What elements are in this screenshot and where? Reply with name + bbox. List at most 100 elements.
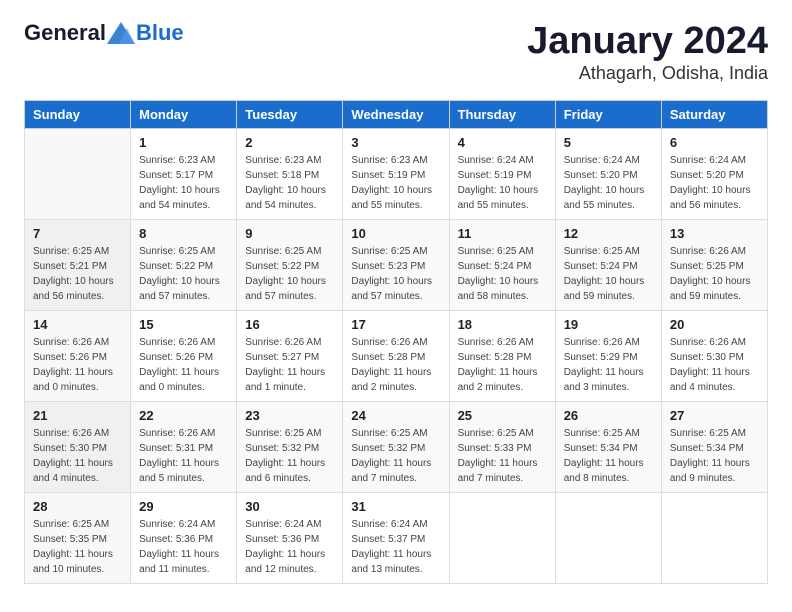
day-number: 6 [670, 135, 759, 150]
calendar-cell [555, 493, 661, 584]
day-info: Sunrise: 6:25 AM Sunset: 5:23 PM Dayligh… [351, 244, 440, 304]
day-number: 21 [33, 408, 122, 423]
day-info: Sunrise: 6:25 AM Sunset: 5:34 PM Dayligh… [564, 426, 653, 486]
day-number: 15 [139, 317, 228, 332]
calendar-cell [449, 493, 555, 584]
col-header-thursday: Thursday [449, 101, 555, 129]
day-number: 13 [670, 226, 759, 241]
day-number: 2 [245, 135, 334, 150]
calendar-cell: 5 Sunrise: 6:24 AM Sunset: 5:20 PM Daylig… [555, 129, 661, 220]
day-info: Sunrise: 6:26 AM Sunset: 5:26 PM Dayligh… [33, 335, 122, 395]
day-info: Sunrise: 6:24 AM Sunset: 5:20 PM Dayligh… [564, 153, 653, 213]
day-info: Sunrise: 6:25 AM Sunset: 5:33 PM Dayligh… [458, 426, 547, 486]
day-info: Sunrise: 6:26 AM Sunset: 5:28 PM Dayligh… [458, 335, 547, 395]
col-header-friday: Friday [555, 101, 661, 129]
calendar-cell: 15 Sunrise: 6:26 AM Sunset: 5:26 PM Dayli… [131, 311, 237, 402]
day-info: Sunrise: 6:24 AM Sunset: 5:37 PM Dayligh… [351, 517, 440, 577]
day-info: Sunrise: 6:25 AM Sunset: 5:35 PM Dayligh… [33, 517, 122, 577]
day-info: Sunrise: 6:26 AM Sunset: 5:30 PM Dayligh… [670, 335, 759, 395]
day-info: Sunrise: 6:26 AM Sunset: 5:26 PM Dayligh… [139, 335, 228, 395]
day-number: 12 [564, 226, 653, 241]
day-number: 25 [458, 408, 547, 423]
day-info: Sunrise: 6:23 AM Sunset: 5:19 PM Dayligh… [351, 153, 440, 213]
calendar-cell: 25 Sunrise: 6:25 AM Sunset: 5:33 PM Dayli… [449, 402, 555, 493]
day-number: 23 [245, 408, 334, 423]
calendar-cell: 12 Sunrise: 6:25 AM Sunset: 5:24 PM Dayli… [555, 220, 661, 311]
day-number: 30 [245, 499, 334, 514]
week-row-2: 7 Sunrise: 6:25 AM Sunset: 5:21 PM Daylig… [25, 220, 768, 311]
calendar-cell: 21 Sunrise: 6:26 AM Sunset: 5:30 PM Dayli… [25, 402, 131, 493]
day-info: Sunrise: 6:25 AM Sunset: 5:22 PM Dayligh… [245, 244, 334, 304]
day-number: 17 [351, 317, 440, 332]
calendar-cell: 9Sunrise: 6:25 AM Sunset: 5:22 PM Daylig… [237, 220, 343, 311]
day-number: 16 [245, 317, 334, 332]
calendar-cell: 27 Sunrise: 6:25 AM Sunset: 5:34 PM Dayli… [661, 402, 767, 493]
calendar-cell: 14 Sunrise: 6:26 AM Sunset: 5:26 PM Dayli… [25, 311, 131, 402]
day-info: Sunrise: 6:26 AM Sunset: 5:25 PM Dayligh… [670, 244, 759, 304]
day-info: Sunrise: 6:26 AM Sunset: 5:31 PM Dayligh… [139, 426, 228, 486]
col-header-wednesday: Wednesday [343, 101, 449, 129]
calendar-cell: 16 Sunrise: 6:26 AM Sunset: 5:27 PM Dayli… [237, 311, 343, 402]
day-info: Sunrise: 6:25 AM Sunset: 5:34 PM Dayligh… [670, 426, 759, 486]
logo-general-text: General [24, 20, 106, 46]
day-info: Sunrise: 6:24 AM Sunset: 5:36 PM Dayligh… [245, 517, 334, 577]
day-info: Sunrise: 6:26 AM Sunset: 5:27 PM Dayligh… [245, 335, 334, 395]
calendar-cell: 4Sunrise: 6:24 AM Sunset: 5:19 PM Daylig… [449, 129, 555, 220]
day-number: 4 [458, 135, 547, 150]
calendar-cell: 24Sunrise: 6:25 AM Sunset: 5:32 PM Dayli… [343, 402, 449, 493]
calendar-cell: 20 Sunrise: 6:26 AM Sunset: 5:30 PM Dayli… [661, 311, 767, 402]
week-row-4: 21 Sunrise: 6:26 AM Sunset: 5:30 PM Dayli… [25, 402, 768, 493]
page-container: General Blue January 2024 Athagarh, Odis… [0, 0, 792, 604]
day-info: Sunrise: 6:24 AM Sunset: 5:36 PM Dayligh… [139, 517, 228, 577]
calendar-cell: 31Sunrise: 6:24 AM Sunset: 5:37 PM Dayli… [343, 493, 449, 584]
day-number: 24 [351, 408, 440, 423]
calendar-cell: 13 Sunrise: 6:26 AM Sunset: 5:25 PM Dayli… [661, 220, 767, 311]
location-title: Athagarh, Odisha, India [527, 63, 768, 84]
calendar-cell: 29Sunrise: 6:24 AM Sunset: 5:36 PM Dayli… [131, 493, 237, 584]
day-info: Sunrise: 6:26 AM Sunset: 5:28 PM Dayligh… [351, 335, 440, 395]
day-info: Sunrise: 6:25 AM Sunset: 5:24 PM Dayligh… [564, 244, 653, 304]
calendar-cell: 6Sunrise: 6:24 AM Sunset: 5:20 PM Daylig… [661, 129, 767, 220]
calendar-cell: 18Sunrise: 6:26 AM Sunset: 5:28 PM Dayli… [449, 311, 555, 402]
day-number: 7 [33, 226, 122, 241]
col-header-saturday: Saturday [661, 101, 767, 129]
day-info: Sunrise: 6:23 AM Sunset: 5:17 PM Dayligh… [139, 153, 228, 213]
logo-blue-text: Blue [136, 20, 184, 46]
calendar-cell [25, 129, 131, 220]
calendar-cell: 22 Sunrise: 6:26 AM Sunset: 5:31 PM Dayli… [131, 402, 237, 493]
col-header-sunday: Sunday [25, 101, 131, 129]
day-info: Sunrise: 6:26 AM Sunset: 5:29 PM Dayligh… [564, 335, 653, 395]
day-number: 14 [33, 317, 122, 332]
logo-icon [107, 22, 135, 44]
col-header-tuesday: Tuesday [237, 101, 343, 129]
day-number: 27 [670, 408, 759, 423]
calendar-cell: 30 Sunrise: 6:24 AM Sunset: 5:36 PM Dayli… [237, 493, 343, 584]
day-number: 5 [564, 135, 653, 150]
logo: General Blue [24, 20, 184, 46]
day-info: Sunrise: 6:25 AM Sunset: 5:32 PM Dayligh… [245, 426, 334, 486]
day-info: Sunrise: 6:25 AM Sunset: 5:21 PM Dayligh… [33, 244, 122, 304]
calendar-cell: 26Sunrise: 6:25 AM Sunset: 5:34 PM Dayli… [555, 402, 661, 493]
header: General Blue January 2024 Athagarh, Odis… [24, 20, 768, 84]
calendar-cell: 2 Sunrise: 6:23 AM Sunset: 5:18 PM Daylig… [237, 129, 343, 220]
day-number: 20 [670, 317, 759, 332]
day-number: 11 [458, 226, 547, 241]
calendar-cell [661, 493, 767, 584]
day-info: Sunrise: 6:23 AM Sunset: 5:18 PM Dayligh… [245, 153, 334, 213]
calendar-cell: 7 Sunrise: 6:25 AM Sunset: 5:21 PM Daylig… [25, 220, 131, 311]
week-row-1: 1 Sunrise: 6:23 AM Sunset: 5:17 PM Daylig… [25, 129, 768, 220]
week-row-3: 14 Sunrise: 6:26 AM Sunset: 5:26 PM Dayli… [25, 311, 768, 402]
col-header-monday: Monday [131, 101, 237, 129]
day-number: 8 [139, 226, 228, 241]
header-row: SundayMondayTuesdayWednesdayThursdayFrid… [25, 101, 768, 129]
day-info: Sunrise: 6:26 AM Sunset: 5:30 PM Dayligh… [33, 426, 122, 486]
day-number: 28 [33, 499, 122, 514]
calendar-cell: 19Sunrise: 6:26 AM Sunset: 5:29 PM Dayli… [555, 311, 661, 402]
day-number: 22 [139, 408, 228, 423]
day-info: Sunrise: 6:25 AM Sunset: 5:22 PM Dayligh… [139, 244, 228, 304]
calendar-cell: 11Sunrise: 6:25 AM Sunset: 5:24 PM Dayli… [449, 220, 555, 311]
day-number: 1 [139, 135, 228, 150]
calendar-cell: 10Sunrise: 6:25 AM Sunset: 5:23 PM Dayli… [343, 220, 449, 311]
calendar-table: SundayMondayTuesdayWednesdayThursdayFrid… [24, 100, 768, 584]
week-row-5: 28 Sunrise: 6:25 AM Sunset: 5:35 PM Dayli… [25, 493, 768, 584]
